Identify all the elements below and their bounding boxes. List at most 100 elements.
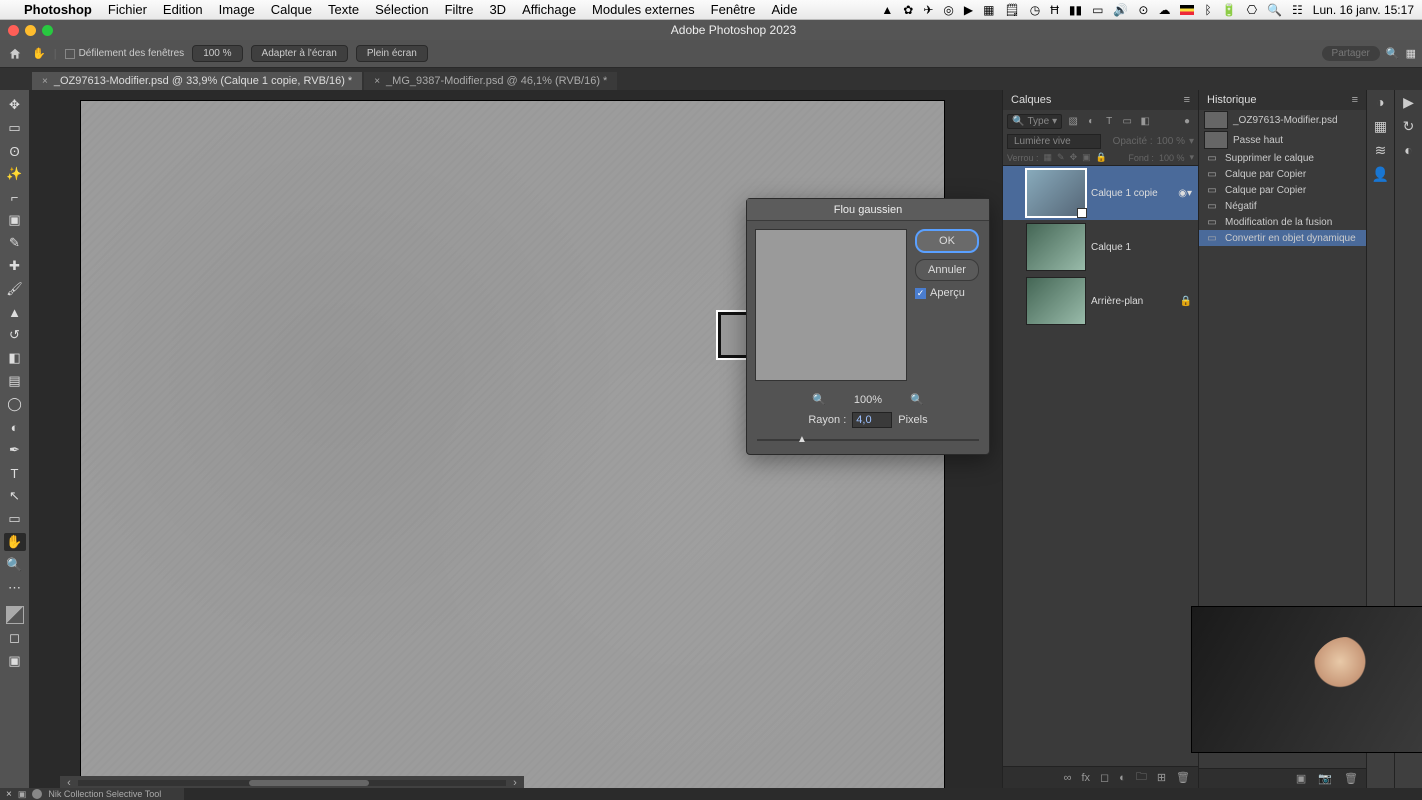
panel-menu-icon[interactable]: ≡ (1352, 94, 1358, 106)
new-document-icon[interactable]: ▣ (1296, 772, 1306, 785)
filter-badge-icon[interactable]: ◉▾ (1178, 188, 1192, 199)
menubar-icon[interactable]: ◷ (1030, 3, 1040, 17)
menubar-icon[interactable]: ▭ (1092, 3, 1103, 17)
menu-plugins[interactable]: Modules externes (592, 2, 695, 17)
filter-adjust-icon[interactable]: ◐ (1084, 114, 1098, 128)
heal-tool[interactable]: ✚ (4, 257, 26, 275)
control-center-icon[interactable]: ☷ (1292, 3, 1303, 17)
app-name[interactable]: Photoshop (24, 2, 92, 17)
lock-position-icon[interactable]: ✥ (1070, 152, 1078, 163)
maximize-window-button[interactable] (42, 25, 53, 36)
fullscreen-button[interactable]: Plein écran (356, 45, 428, 62)
layer-name[interactable]: Calque 1 copie (1091, 188, 1158, 199)
share-button[interactable]: Partager (1322, 46, 1380, 61)
menubar-icon[interactable]: ◎ (943, 3, 953, 17)
history-snapshot[interactable]: _OZ97613-Modifier.psd (1199, 110, 1366, 130)
dialog-preview[interactable] (755, 229, 907, 381)
lock-artboard-icon[interactable]: ▣ (1082, 152, 1091, 163)
marquee-tool[interactable]: ▭ (4, 119, 26, 137)
history-step[interactable]: ▭Convertir en objet dynamique (1199, 230, 1366, 246)
preview-checkbox[interactable]: ✓ (915, 288, 926, 299)
doc-tab[interactable]: ×_MG_9387-Modifier.psd @ 46,1% (RVB/16) … (364, 72, 617, 90)
menubar-icon[interactable]: ✈ (923, 3, 933, 17)
layer-name[interactable]: Arrière-plan (1091, 296, 1143, 307)
flag-icon[interactable] (1180, 5, 1194, 15)
menubar-icon[interactable]: ☁ (1158, 3, 1170, 17)
snapshot-icon[interactable]: 📷 (1318, 772, 1332, 785)
mask-mode-icon[interactable]: ▣ (18, 789, 27, 800)
history-brush-tool[interactable]: ↺ (4, 326, 26, 344)
close-icon[interactable]: × (42, 76, 48, 87)
screenmode-button[interactable]: ▣ (4, 652, 26, 670)
filter-smart-icon[interactable]: ◧ (1138, 114, 1152, 128)
group-icon[interactable]: 🗀 (1136, 768, 1147, 787)
zoom-in-icon[interactable]: 🔍 (910, 393, 924, 406)
ok-button[interactable]: OK (915, 229, 979, 253)
layer-name[interactable]: Calque 1 (1091, 242, 1131, 253)
zoom-out-icon[interactable]: 🔍 (812, 393, 826, 406)
fit-screen-button[interactable]: Adapter à l'écran (251, 45, 348, 62)
fill-value[interactable]: 100 % (1159, 153, 1185, 163)
blend-mode-dropdown[interactable]: Lumière vive (1007, 134, 1101, 149)
bluetooth-icon[interactable]: ᛒ (1204, 3, 1211, 17)
dodge-tool[interactable]: ◐ (4, 418, 26, 436)
scroll-windows-checkbox[interactable] (65, 49, 75, 59)
lasso-tool[interactable]: ʘ (4, 142, 26, 160)
paths-panel-icon[interactable]: ↻ (1395, 114, 1422, 138)
workspace-icon[interactable]: ▦ (1406, 47, 1416, 60)
menu-window[interactable]: Fenêtre (711, 2, 756, 17)
wifi-icon[interactable]: ⎔ (1247, 3, 1257, 17)
actions-panel-icon[interactable]: ▶ (1395, 90, 1422, 114)
color-panel-icon[interactable]: ◑ (1367, 90, 1394, 114)
menubar-icon[interactable]: ▮▮ (1069, 3, 1082, 17)
filter-type-dropdown[interactable]: 🔍Type▾ (1007, 114, 1062, 129)
menubar-icon[interactable]: ▶ (964, 3, 973, 17)
radius-input[interactable] (852, 412, 892, 428)
shape-tool[interactable]: ▭ (4, 510, 26, 528)
doc-tab-active[interactable]: ×_OZ97613-Modifier.psd @ 33,9% (Calque 1… (32, 72, 362, 90)
hand-tool-icon[interactable]: ✋ (32, 47, 46, 60)
menubar-icon[interactable]: 🗒 (1004, 3, 1019, 17)
more-tools[interactable]: ⋯ (4, 579, 26, 597)
eyedropper-tool[interactable]: ✎ (4, 234, 26, 252)
history-step[interactable]: ▭Calque par Copier (1199, 182, 1366, 198)
delete-icon[interactable]: 🗑 (1176, 771, 1190, 784)
brush-tool[interactable]: 🖌 (4, 280, 26, 298)
menubar-icon[interactable]: Ħ (1050, 3, 1059, 17)
history-step[interactable]: ▭Calque par Copier (1199, 166, 1366, 182)
zoom-level[interactable]: 100 % (192, 45, 242, 62)
dialog-title[interactable]: Flou gaussien (747, 199, 989, 221)
layer-item[interactable]: Calque 1 (1003, 220, 1198, 274)
menu-text[interactable]: Texte (328, 2, 359, 17)
adjustment-icon[interactable]: ◐ (1119, 772, 1126, 784)
stamp-tool[interactable]: ▲ (4, 303, 26, 321)
layer-item[interactable]: Arrière-plan 🔒 (1003, 274, 1198, 328)
menubar-icon[interactable]: 🔊 (1113, 3, 1128, 17)
eraser-tool[interactable]: ◧ (4, 349, 26, 367)
search-icon[interactable]: 🔍 (1386, 47, 1400, 60)
menu-image[interactable]: Image (219, 2, 255, 17)
lock-all-icon[interactable]: 🔒 (1096, 152, 1107, 163)
hand-tool[interactable]: ✋ (4, 533, 26, 551)
type-tool[interactable]: T (4, 464, 26, 482)
delete-icon[interactable]: 🗑 (1344, 772, 1358, 785)
crop-tool[interactable]: ⌐ (4, 188, 26, 206)
menu-layer[interactable]: Calque (271, 2, 312, 17)
adjustments-panel-icon[interactable]: ≋ (1367, 138, 1394, 162)
history-snapshot[interactable]: Passe haut (1199, 130, 1366, 150)
menu-edit[interactable]: Edition (163, 2, 203, 17)
lock-paint-icon[interactable]: ✎ (1057, 152, 1065, 163)
filter-type-icon[interactable]: T (1102, 114, 1116, 128)
link-layers-icon[interactable]: ∞ (1064, 772, 1072, 784)
close-window-button[interactable] (8, 25, 19, 36)
menubar-icon[interactable]: ▲ (881, 3, 893, 17)
color-swatches[interactable] (6, 606, 24, 624)
zoom-tool[interactable]: 🔍 (4, 556, 26, 574)
wand-tool[interactable]: ✨ (4, 165, 26, 183)
channels-panel-icon[interactable]: ◐ (1395, 138, 1422, 162)
menu-file[interactable]: Fichier (108, 2, 147, 17)
history-step[interactable]: ▭Modification de la fusion (1199, 214, 1366, 230)
close-icon[interactable]: × (374, 76, 380, 87)
properties-panel-icon[interactable]: 👤 (1367, 162, 1394, 186)
menu-view[interactable]: Affichage (522, 2, 576, 17)
